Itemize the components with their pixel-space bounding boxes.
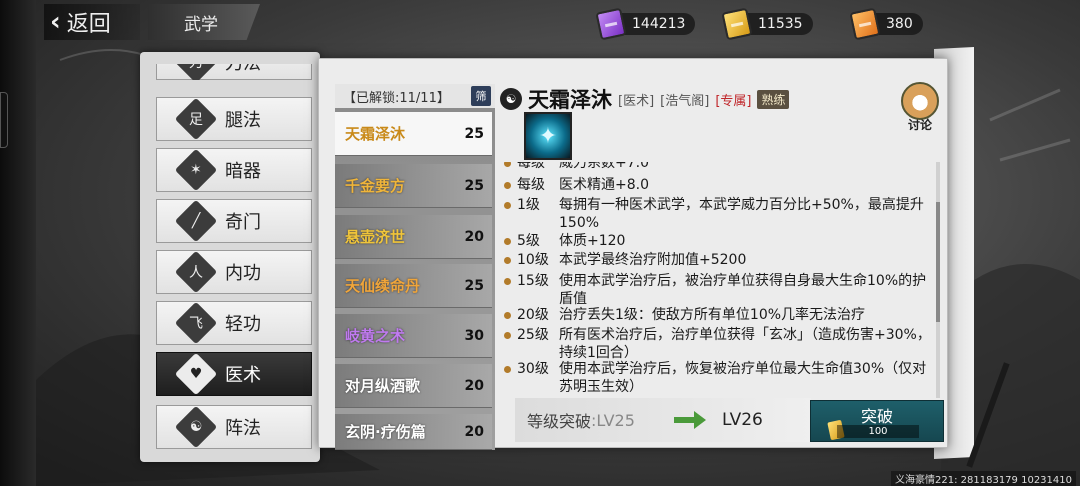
kick-icon: 足 (174, 97, 218, 141)
back-label: 返回 (66, 12, 111, 37)
skill-name: 对月纵酒歌 (345, 377, 421, 395)
heal-icon: ♥ (174, 352, 218, 396)
category-unusual[interactable]: ╱ 奇门 (156, 199, 312, 243)
skill-title-row: ☯ 天霜泽沐 [医术] [浩气阁] [专属] 熟练 (500, 84, 790, 114)
bullet-icon (504, 202, 511, 209)
unlock-header: 【已解锁:11/11】 筛 (335, 84, 495, 108)
frost-skill-icon: ✦ (524, 112, 572, 160)
unlock-count: 【已解锁:11/11】 (343, 90, 450, 106)
skill-level: 25 (464, 177, 484, 194)
skill-level: 20 (464, 423, 484, 440)
category-label: 轻功 (225, 314, 261, 335)
skill-level: 30 (464, 327, 484, 344)
bullet-icon (504, 238, 511, 245)
currency-orange[interactable]: 380 (849, 7, 923, 41)
effect-row: 15级 使用本武学治疗后，被治疗单位获得自身最大生命10%的护盾值 (500, 272, 939, 308)
category-formation[interactable]: ☯ 阵法 (156, 405, 312, 449)
skill-name: 千金要方 (345, 177, 406, 195)
breakthrough-cost: 100 (837, 425, 919, 438)
skill-name: 岐黄之术 (345, 327, 406, 345)
effect-row: 30级 使用本武学治疗后，恢复被治疗单位最大生命值30%（仅对苏明玉生效） (500, 360, 939, 396)
currency-gold[interactable]: 11535 (721, 7, 813, 41)
skill-name: 悬壶济世 (345, 228, 406, 246)
leap-icon: 飞 (174, 301, 218, 345)
bullet-icon (504, 162, 511, 167)
effect-row: 5级 体质+120 (500, 232, 939, 250)
side-notch (0, 92, 8, 148)
bullet-icon (504, 257, 511, 264)
effect-row: 20级 治疗丢失1级：使敌方所有单位10%几率无法治疗 (500, 306, 939, 324)
filter-button[interactable]: 筛 (471, 86, 491, 106)
arrow-right-icon (674, 411, 706, 429)
skill-level: 20 (464, 377, 484, 394)
skill-row[interactable]: 天霜泽沐 25 (335, 112, 492, 156)
skill-level: 25 (464, 125, 484, 142)
page-title: 武学 (148, 4, 260, 40)
chevron-left-icon: ‹ (50, 7, 61, 37)
skill-row[interactable]: 对月纵酒歌 20 (335, 364, 492, 408)
skill-row[interactable]: 玄阴·疗伤篇 20 (335, 414, 492, 450)
skill-tag-exclusive: [专属] (715, 93, 752, 109)
bullet-icon (504, 312, 511, 319)
category-label: 腿法 (225, 110, 261, 131)
effects-scrollbar[interactable] (936, 162, 940, 398)
skill-row[interactable]: 千金要方 25 (335, 164, 492, 208)
bullet-icon (504, 332, 511, 339)
skill-name: 天仙续命丹 (345, 277, 421, 295)
category-label: 奇门 (225, 212, 261, 233)
skill-tag: [浩气阁] (660, 93, 710, 109)
skill-title: 天霜泽沐 (528, 88, 612, 112)
shiba-dog-icon (901, 82, 939, 120)
skill-level: 25 (464, 277, 484, 294)
skill-row[interactable]: 岐黄之术 30 (335, 314, 492, 358)
bullet-icon (504, 366, 511, 373)
discuss-button[interactable]: 讨论 (892, 82, 948, 134)
effects-list[interactable]: 每级 威力系数+7.0 每级 医术精通+8.0 1级 每拥有一种医术武学，本武学… (500, 162, 942, 398)
category-inner-power[interactable]: 人 内功 (156, 250, 312, 294)
currency-purple[interactable]: 144213 (595, 7, 696, 41)
category-label: 内功 (225, 263, 261, 284)
category-lightness[interactable]: 飞 轻功 (156, 301, 312, 345)
category-label: 医术 (225, 365, 261, 386)
proficiency-badge: 熟练 (757, 89, 790, 109)
effect-row: 25级 所有医术治疗后，治疗单位获得「玄冰」（造成伤害+30%，持续1回合） (500, 326, 939, 362)
taiji-badge-icon: ☯ (500, 88, 522, 110)
back-button[interactable]: ‹ 返回 (44, 4, 140, 40)
scroll-weapon-icon: ╱ (174, 199, 218, 243)
skill-name: 天霜泽沐 (345, 125, 406, 143)
effect-row: 1级 每拥有一种医术武学，本武学威力百分比+50%，最高提升150% (500, 196, 939, 232)
footer-server-info: 义海豪情221: 281183179 10231410 (891, 471, 1076, 486)
meditation-icon: 人 (174, 250, 218, 294)
category-label: 暗器 (225, 161, 261, 182)
category-hidden-weapon[interactable]: ✶ 暗器 (156, 148, 312, 192)
category-medicine[interactable]: ♥ 医术 (156, 352, 312, 396)
left-edge-bar (0, 0, 36, 486)
taiji-icon: ☯ (174, 405, 218, 449)
level-breakthrough-bar: 等级突破 :LV25 (515, 398, 811, 442)
skill-name: 玄阴·疗伤篇 (345, 423, 426, 441)
gold-scroll-icon (721, 7, 753, 41)
bullet-icon (504, 278, 511, 285)
effect-row: 每级 医术精通+8.0 (500, 176, 939, 194)
category-label: 阵法 (225, 418, 261, 439)
effect-row: 10级 本武学最终治疗附加值+5200 (500, 251, 939, 269)
orange-scroll-icon (849, 7, 881, 41)
purple-scroll-icon (595, 7, 627, 41)
category-kick[interactable]: 足 腿法 (156, 97, 312, 141)
skill-row[interactable]: 悬壶济世 20 (335, 215, 492, 259)
bullet-icon (504, 182, 511, 189)
shuriken-icon: ✶ (174, 148, 218, 192)
effect-row: 每级 威力系数+7.0 (500, 162, 939, 172)
skill-tag: [医术] (618, 93, 655, 109)
breakthrough-label: 等级突破 (527, 412, 592, 431)
skill-level: 20 (464, 228, 484, 245)
breakthrough-button[interactable]: 突破 100 (810, 400, 944, 442)
skill-row[interactable]: 天仙续命丹 25 (335, 264, 492, 308)
next-level: LV26 (722, 410, 763, 430)
current-level: :LV25 (591, 410, 635, 430)
